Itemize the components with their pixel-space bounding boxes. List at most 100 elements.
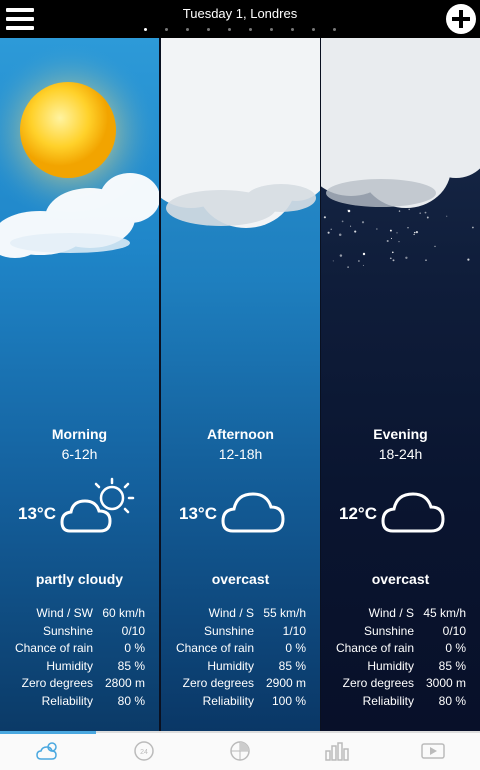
page-dot: [312, 28, 315, 31]
cloud-icon: [381, 492, 445, 533]
period-hours: 18-24h: [378, 446, 423, 462]
detail-row: Zero degrees 3000 m: [321, 675, 480, 693]
detail-value: 3000 m: [425, 676, 466, 690]
detail-row: Wind / S 55 km/h: [161, 605, 320, 623]
period-column-evening: Evening 18-24h 12°C overcast Wind / S 45 …: [321, 38, 480, 731]
detail-row: Zero degrees 2900 m: [161, 675, 320, 693]
details-list: Wind / SW 60 km/h Sunshine 0/10 Chance of ra…: [0, 605, 159, 710]
detail-label: Wind / SW: [36, 606, 93, 620]
period-name: Evening: [373, 426, 428, 442]
detail-value: 0 %: [124, 641, 145, 655]
detail-value: 100 %: [271, 693, 306, 708]
detail-label: Chance of rain: [175, 641, 254, 655]
period-column-afternoon: Afternoon 12-18h 13°C overcast Wind / S 5…: [161, 38, 320, 731]
detail-value: 80 %: [117, 693, 145, 708]
page-dot: [144, 28, 147, 31]
tab-24h[interactable]: 24: [96, 733, 192, 770]
detail-value: 80 %: [438, 693, 466, 708]
detail-row: Reliability 80 %: [321, 693, 480, 711]
condition: overcast: [371, 571, 430, 587]
detail-label: Sunshine: [363, 623, 414, 638]
detail-value: 45 km/h: [423, 606, 466, 620]
detail-label: Chance of rain: [335, 641, 414, 655]
detail-value: 85 %: [117, 658, 145, 673]
detail-value: 0/10: [121, 623, 145, 638]
tab-radar[interactable]: [192, 733, 288, 770]
weather-icon: [36, 742, 57, 760]
page-dot: [249, 28, 252, 31]
details-list: Wind / S 45 km/h Sunshine 0/10 Chance of rai…: [321, 605, 480, 710]
svg-text:24: 24: [140, 749, 148, 756]
page-dot: [333, 28, 336, 31]
detail-label: Humidity: [367, 658, 414, 673]
period-column-morning: Morning 6-12h 13°C partly cloudy Wind / …: [0, 38, 159, 731]
page-dot: [228, 28, 231, 31]
period-name: Morning: [51, 426, 108, 442]
detail-row: Humidity 85 %: [321, 658, 480, 676]
detail-label: Wind / S: [368, 606, 414, 620]
page-dot: [165, 28, 168, 31]
detail-row: Reliability 80 %: [0, 693, 159, 711]
detail-label: Humidity: [46, 658, 93, 673]
add-location-button[interactable]: [446, 4, 476, 34]
detail-row: Reliability 100 %: [161, 693, 320, 711]
page-dot: [270, 28, 273, 31]
period-hours: 6-12h: [61, 446, 98, 462]
detail-row: Humidity 85 %: [161, 658, 320, 676]
temperature: 13°C: [179, 504, 217, 523]
page-title: Tuesday 1, Londres: [182, 6, 298, 21]
detail-value: 85 %: [278, 658, 306, 673]
24h-icon: 24: [134, 741, 154, 761]
details-list: Wind / S 55 km/h Sunshine 1/10 Chance of rai…: [161, 605, 320, 710]
bottom-tab-bar: 24: [0, 731, 480, 770]
period-hours: 12-18h: [218, 446, 263, 462]
temperature: 12°C: [339, 504, 377, 523]
detail-value: 2900 m: [265, 676, 306, 690]
detail-row: Sunshine 0/10: [321, 623, 480, 641]
period-name: Afternoon: [207, 426, 274, 442]
page-dot: [186, 28, 189, 31]
detail-value: 0 %: [285, 641, 306, 655]
detail-value: 0/10: [442, 623, 466, 638]
radar-icon: [230, 741, 250, 761]
forecast-columns: Morning 6-12h 13°C partly cloudy Wind / …: [0, 38, 480, 731]
sun-cloud-illustration: [0, 38, 159, 258]
detail-label: Humidity: [207, 658, 254, 673]
tab-chart[interactable]: [288, 733, 384, 770]
partly-cloudy-icon: [60, 477, 135, 533]
page-dot: [291, 28, 294, 31]
detail-value: 2800 m: [104, 676, 145, 690]
detail-label: Wind / S: [208, 606, 254, 620]
tab-video[interactable]: [384, 733, 480, 770]
top-bar: Tuesday 1, Londres: [0, 0, 480, 38]
tab-weather[interactable]: [0, 731, 96, 770]
temperature: 13°C: [18, 504, 56, 523]
detail-label: Reliability: [41, 693, 93, 708]
night-cloud-illustration: [321, 38, 480, 268]
detail-label: Sunshine: [203, 623, 254, 638]
detail-label: Zero degrees: [342, 676, 414, 690]
detail-label: Sunshine: [42, 623, 93, 638]
detail-value: 60 km/h: [102, 606, 145, 620]
bar-chart-icon: [325, 742, 349, 761]
condition: overcast: [211, 571, 270, 587]
detail-label: Reliability: [202, 693, 254, 708]
detail-label: Zero degrees: [182, 676, 254, 690]
detail-value: 85 %: [438, 658, 466, 673]
detail-row: Chance of rain 0 %: [161, 640, 320, 658]
detail-row: Sunshine 1/10: [161, 623, 320, 641]
detail-value: 1/10: [282, 623, 306, 638]
detail-row: Sunshine 0/10: [0, 623, 159, 641]
detail-label: Reliability: [362, 693, 414, 708]
detail-row: Humidity 85 %: [0, 658, 159, 676]
cloud-illustration: [161, 38, 320, 228]
condition: partly cloudy: [35, 571, 124, 587]
detail-value: 0 %: [445, 641, 466, 655]
page-indicator: [0, 28, 480, 31]
detail-value: 55 km/h: [263, 606, 306, 620]
cloud-icon: [221, 492, 285, 533]
page-dot: [207, 28, 210, 31]
detail-row: Chance of rain 0 %: [321, 640, 480, 658]
detail-row: Zero degrees 2800 m: [0, 675, 159, 693]
video-icon: [421, 743, 445, 759]
